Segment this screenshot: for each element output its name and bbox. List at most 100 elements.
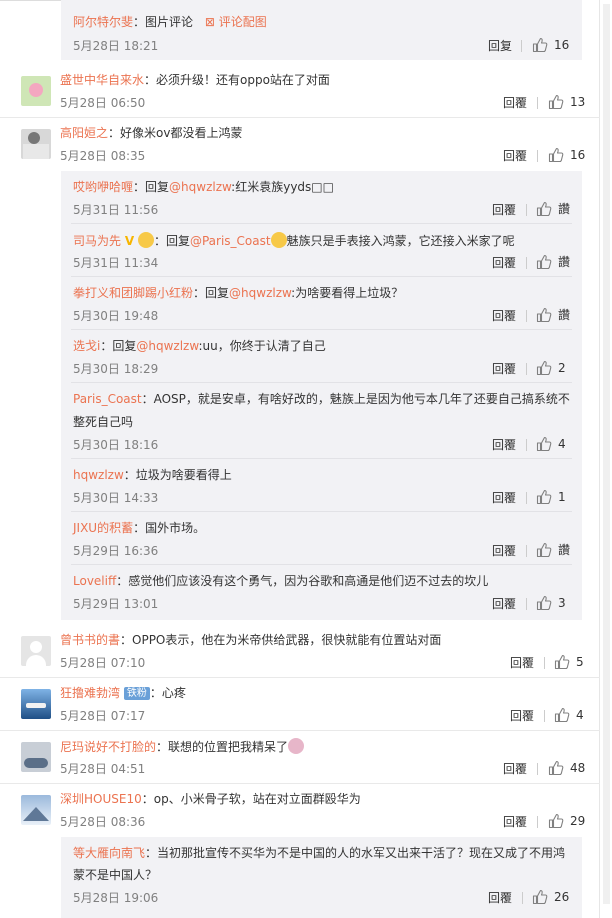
like-count: 16 [570,148,586,162]
timestamp: 5月31日 11:56 [73,203,159,217]
reply-button[interactable]: 回覆 [492,491,516,505]
mention-link[interactable]: @hqwzlzw [229,286,291,300]
username-link[interactable]: Loveliff [73,574,116,588]
reply-button[interactable]: 回覆 [510,709,534,723]
comment-pic-link[interactable]: 评论配图 [219,15,267,29]
divider [537,150,538,162]
like-count: 4 [558,437,566,451]
reply-button[interactable]: 回覆 [503,149,527,163]
reply-button[interactable]: 回覆 [492,203,516,217]
reply-button[interactable]: 回覆 [492,597,516,611]
thumbs-up-icon [536,201,552,217]
like-count: 讚 [558,255,571,269]
divider [537,97,538,109]
username-link[interactable]: 狂撸难勃湾 [60,686,120,700]
thumbs-up-icon [532,37,548,53]
like-count: 5 [576,655,584,669]
thumbs-up-icon [536,595,552,611]
timestamp: 5月29日 16:36 [73,544,159,558]
thumbs-up-icon [548,760,564,776]
username-link[interactable]: 曾书书的書 [60,633,120,647]
timestamp: 5月30日 18:16 [73,438,159,452]
reply-button[interactable]: 回覆 [492,256,516,270]
fan-badge: 铁粉 [123,687,150,700]
reply-button[interactable]: 回覆 [492,544,516,558]
like-count: 1 [558,490,566,504]
reply-button[interactable]: 回覆 [510,656,534,670]
reply-button[interactable]: 回覆 [492,438,516,452]
username-link[interactable]: hqwzlzw [73,468,124,482]
scrollbar[interactable] [599,0,612,918]
reply-button[interactable]: 回覆 [488,891,512,905]
timestamp: 5月28日 18:21 [73,39,159,53]
like-count: 29 [570,814,586,828]
comment-item: 盛世中华自来水：必须升级！还有oppo站在了对面 5月28日 06:50 回覆 … [0,65,600,118]
reply-text: 阿尔特尔斐：图片评论 ⊠ 评论配图 [73,15,267,29]
thumbs-up-icon [554,707,570,723]
timestamp: 5月28日 19:06 [73,891,159,905]
username-link[interactable]: 深圳HOUSE10 [60,792,142,806]
thumbs-up-icon [536,254,552,270]
scrollbar-thumb[interactable] [603,4,610,904]
timestamp: 5月28日 07:17 [60,709,146,723]
reply-item: hqwzlzw：垃圾为啥要看得上 5月30日 14:33 回覆 1 [61,459,582,512]
image-icon[interactable]: ⊠ [205,15,219,29]
timestamp: 5月28日 07:10 [60,656,146,670]
username-link[interactable]: 等大雁向南飞 [73,846,145,860]
reply-item: 司马为先 V ：回复@Paris_Coast 魅族只是手表接入鸿蒙，它还接入米家了… [61,224,582,277]
reply-box-bottom: 等大雁向南飞：当初那批宣传不买华为不是中国的人的水军又出来干活了？现在又成了不用… [61,837,582,918]
username-link[interactable]: 哎哟咿哈喱 [73,180,133,194]
comment-text: 高阳姮之：好像米ov都没看上鸿蒙 [60,126,243,140]
username-link[interactable]: 盛世中华自来水 [60,73,144,87]
avatar[interactable] [21,636,51,666]
divider [521,40,522,52]
reply-item: JIXU的积蓄：国外市场。 5月29日 16:36 回覆 讚 [61,512,582,565]
mention-link[interactable]: @hqwzlzw [136,339,198,353]
emoji-icon [288,738,305,754]
reply-item: Loveliff：感觉他们应该没有这个勇气，因为谷歌和高通是他们迈不过去的坎儿 … [73,574,566,611]
thumbs-up-icon [548,94,564,110]
thumbs-up-icon [532,889,548,905]
timestamp: 5月28日 08:36 [60,815,146,829]
reply-button[interactable]: 回覆 [492,362,516,376]
reply-button[interactable]: 回覆 [503,96,527,110]
like-count: 讚 [558,202,571,216]
avatar[interactable] [21,795,51,825]
reply-item: 拳打义和团脚踢小红粉：回复@hqwzlzw:为啥要看得上垃圾？ 5月30日 19… [61,277,582,330]
like-count: 13 [570,95,586,109]
username-link[interactable]: 选戈i [73,339,100,353]
username-link[interactable]: 司马为先 [73,234,121,248]
avatar[interactable] [21,76,51,106]
username-link[interactable]: 高阳姮之 [60,126,108,140]
thumbs-up-icon [548,147,564,163]
comment-item: 曾书书的書：OPPO表示，他在为米帝供给武器，很快就能有位置站对面 5月28日 … [0,625,600,678]
avatar[interactable] [21,689,51,719]
username-link[interactable]: Paris_Coast [73,392,142,406]
username-link[interactable]: JIXU的积蓄 [73,521,133,535]
like-count: 2 [558,361,566,375]
username-link[interactable]: 尼玛说好不打脸的 [60,740,156,754]
mention-link[interactable]: @hqwzlzw [169,180,231,194]
reply-button[interactable]: 回覆 [503,762,527,776]
username-link[interactable]: 阿尔特尔斐 [73,15,133,29]
comment-text: 盛世中华自来水：必须升级！还有oppo站在了对面 [60,73,330,87]
timestamp: 5月28日 04:51 [60,762,146,776]
like-count: 16 [554,38,570,52]
username-link[interactable]: 拳打义和团脚踢小红粉 [73,286,193,300]
avatar[interactable] [21,742,51,772]
reply-box: 哎哟咿哈喱：回复@hqwzlzw:红米袁族yyds□□ 5月31日 11:56 … [61,171,582,620]
mention-link[interactable]: @Paris_Coast [190,234,271,248]
reply-item: 选戈i：回复@hqwzlzw:uu，你终于认清了自己 5月30日 18:29 回… [61,330,582,383]
reply-button[interactable]: 回复 [488,39,512,53]
thumbs-up-icon [554,654,570,670]
reply-button[interactable]: 回覆 [492,309,516,323]
like-count: 48 [570,761,586,775]
reply-button[interactable]: 回覆 [503,815,527,829]
reply-item: 哎哟咿哈喱：回复@hqwzlzw:红米袁族yyds□□ 5月31日 11:56 … [61,171,582,224]
avatar[interactable] [21,129,51,159]
timestamp: 5月30日 14:33 [73,491,159,505]
timestamp: 5月29日 13:01 [73,597,159,611]
emoji-icon [270,232,287,248]
comment-item: 狂撸难勃湾 铁粉 ：心疼 5月28日 07:17 回覆 4 [0,678,600,731]
like-count: 讚 [558,308,571,322]
